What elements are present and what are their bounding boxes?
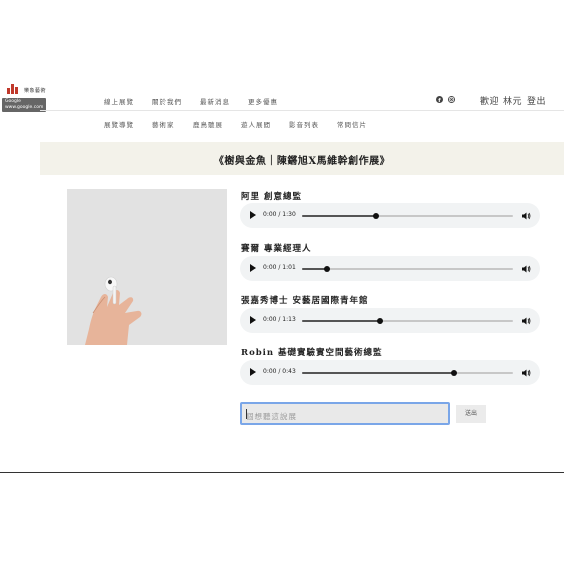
- exhibition-banner: 《樹與金魚｜陳鏘旭X馬維幹創作展》: [40, 142, 564, 175]
- nav-item-listen[interactable]: 鹿鳥聽展: [193, 119, 223, 129]
- nav-item-guide[interactable]: 展覽導覽: [104, 119, 134, 129]
- nav-item-artists[interactable]: 藝術家: [152, 119, 175, 129]
- welcome-text: 歡迎: [480, 97, 500, 107]
- nav-item-rooms[interactable]: 遊人展間: [241, 119, 271, 129]
- logout-link[interactable]: 登出: [527, 94, 546, 107]
- play-icon[interactable]: [250, 264, 256, 272]
- sub-nav: 展覽導覽 藝術家 鹿鳥聽展 遊人展間 影音列表 常問信片: [0, 119, 564, 129]
- volume-icon[interactable]: [521, 368, 531, 378]
- speaker-label: 賽爾 專業經理人: [241, 244, 312, 254]
- play-icon[interactable]: [250, 316, 256, 324]
- audio-progress-track[interactable]: [302, 213, 513, 219]
- audio-progress-track[interactable]: [302, 318, 513, 324]
- svg-text:f: f: [438, 98, 441, 103]
- speaker-label: 阿里 創意總監: [241, 192, 302, 202]
- nav-item-news[interactable]: 最新消息: [200, 96, 230, 106]
- footer-divider: [0, 472, 564, 473]
- audio-player[interactable]: 0:00 / 0:43: [240, 360, 540, 385]
- send-button[interactable]: 送出: [456, 405, 486, 423]
- exhibition-title: 《樹與金魚｜陳鏘旭X馬維幹創作展》: [213, 156, 391, 167]
- audio-time: 0:00 / 1:01: [263, 264, 296, 271]
- username: 林元: [503, 97, 523, 107]
- exhibition-photo: [67, 189, 227, 345]
- audio-time: 0:00 / 1:13: [263, 316, 296, 323]
- text-caret: [246, 409, 247, 419]
- audio-time: 0:00 / 0:43: [263, 368, 296, 375]
- audio-player[interactable]: 0:00 / 1:30: [240, 203, 540, 228]
- volume-icon[interactable]: [521, 316, 531, 326]
- play-icon[interactable]: [250, 368, 256, 376]
- volume-icon[interactable]: [521, 211, 531, 221]
- nav-item-online-exhibition[interactable]: 線上展覽: [104, 96, 134, 106]
- audio-player[interactable]: 0:00 / 1:01: [240, 256, 540, 281]
- instagram-icon[interactable]: [448, 96, 455, 103]
- audio-progress-track[interactable]: [302, 370, 513, 376]
- audio-progress-track[interactable]: [302, 266, 513, 272]
- logo-text: 樂象藝術: [24, 88, 47, 94]
- comment-input-box[interactable]: [240, 402, 450, 426]
- audio-player[interactable]: 0:00 / 1:13: [240, 308, 540, 333]
- play-icon[interactable]: [250, 211, 256, 219]
- speaker-label: 張嘉秀博士 安藝居國際青年館: [241, 296, 369, 306]
- nav-item-faq[interactable]: 常問信片: [337, 119, 367, 129]
- comment-input[interactable]: [242, 407, 448, 426]
- logo-mark-icon: [7, 84, 21, 94]
- nav-item-videos[interactable]: 影音列表: [289, 119, 319, 129]
- nav-divider: [40, 110, 564, 111]
- speaker-label: Robin 基礎實驗實空間藝術總監: [241, 348, 383, 358]
- volume-icon[interactable]: [521, 264, 531, 274]
- nav-item-offers[interactable]: 更多優惠: [248, 96, 278, 106]
- audio-time: 0:00 / 1:30: [263, 211, 296, 218]
- facebook-icon[interactable]: f: [436, 96, 443, 103]
- nav-item-about[interactable]: 關於我們: [152, 96, 182, 106]
